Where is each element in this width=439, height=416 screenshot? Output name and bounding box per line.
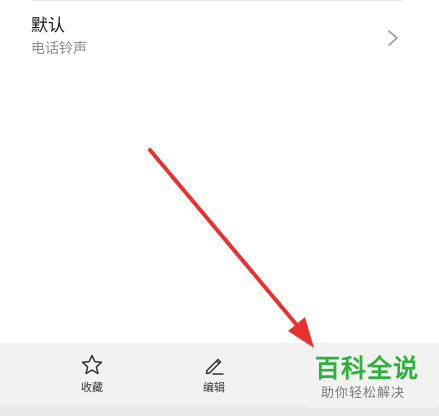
edit-button[interactable]: 编辑 bbox=[184, 353, 244, 401]
ringtone-title: 默认 bbox=[31, 16, 65, 36]
watermark-title: 百科全说 bbox=[315, 354, 420, 383]
edit-label: 编辑 bbox=[203, 381, 225, 394]
ringtone-setting-row[interactable]: 默认 电话铃声 bbox=[0, 1, 439, 71]
watermark-subtitle: 助你轻松解决 bbox=[321, 386, 406, 401]
star-icon bbox=[81, 354, 103, 375]
favorite-label: 收藏 bbox=[81, 381, 103, 394]
chevron-right-icon bbox=[388, 30, 398, 46]
pencil-icon bbox=[205, 358, 224, 375]
favorite-button[interactable]: 收藏 bbox=[62, 353, 122, 401]
watermark-logo: 百科全说 助你轻松解决 bbox=[307, 352, 437, 408]
ringtone-subtitle: 电话铃声 bbox=[31, 41, 87, 57]
